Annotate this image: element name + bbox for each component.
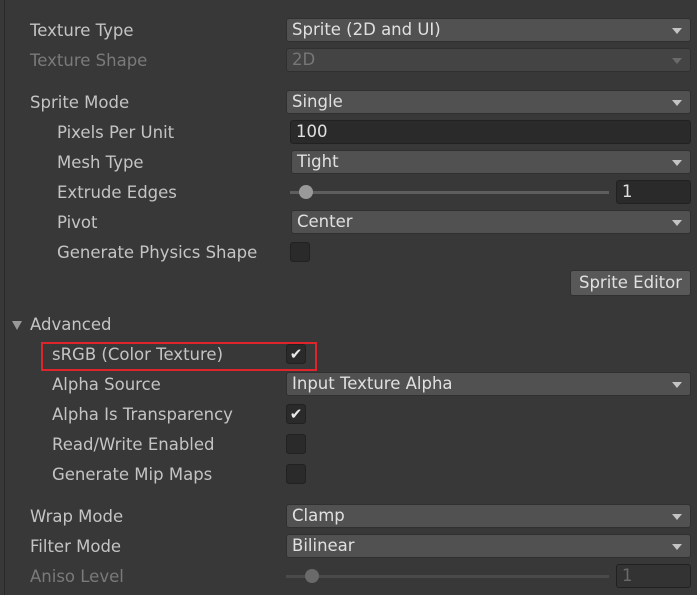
chevron-down-icon <box>672 514 682 520</box>
extrude-edges-slider-handle[interactable] <box>299 185 313 199</box>
pivot-label: Pivot <box>57 213 98 232</box>
alpha-transparency-row: Alpha Is Transparency ✔ <box>0 402 697 428</box>
mip-maps-row: Generate Mip Maps <box>0 462 697 488</box>
mesh-type-row: Mesh Type Tight <box>0 150 697 176</box>
pixels-per-unit-label: Pixels Per Unit <box>57 123 175 142</box>
alpha-source-label: Alpha Source <box>52 375 161 394</box>
pivot-dropdown[interactable]: Center <box>291 210 691 234</box>
texture-shape-value: 2D <box>292 50 316 69</box>
extrude-edges-slider[interactable] <box>290 191 609 194</box>
wrap-mode-dropdown[interactable]: Clamp <box>286 504 691 528</box>
mesh-type-label: Mesh Type <box>57 153 144 172</box>
read-write-checkbox[interactable] <box>286 434 306 454</box>
srgb-checkbox[interactable]: ✔ <box>286 344 306 364</box>
alpha-transparency-label: Alpha Is Transparency <box>52 405 233 424</box>
filter-mode-value: Bilinear <box>292 536 355 555</box>
aniso-level-input: 1 <box>616 564 691 588</box>
filter-mode-label: Filter Mode <box>30 537 122 556</box>
texture-shape-label: Texture Shape <box>30 51 148 70</box>
alpha-source-row: Alpha Source Input Texture Alpha <box>0 372 697 398</box>
alpha-source-value: Input Texture Alpha <box>292 374 453 393</box>
mip-maps-label: Generate Mip Maps <box>52 465 213 484</box>
chevron-down-icon <box>672 382 682 388</box>
mesh-type-dropdown[interactable]: Tight <box>291 150 691 174</box>
chevron-down-icon <box>672 544 682 550</box>
sprite-mode-row: Sprite Mode Single <box>0 90 697 116</box>
aniso-level-slider <box>286 575 609 578</box>
mesh-type-value: Tight <box>297 152 339 171</box>
pixels-per-unit-input[interactable]: 100 <box>290 120 691 144</box>
extrude-edges-input[interactable]: 1 <box>616 180 691 204</box>
texture-type-value: Sprite (2D and UI) <box>292 20 441 39</box>
sprite-editor-button[interactable]: Sprite Editor <box>569 270 691 296</box>
filter-mode-dropdown[interactable]: Bilinear <box>286 534 691 558</box>
aniso-level-label: Aniso Level <box>30 567 124 586</box>
texture-shape-row: Texture Shape 2D <box>0 48 697 74</box>
srgb-row: sRGB (Color Texture) ✔ <box>0 342 697 368</box>
aniso-level-slider-handle <box>305 569 319 583</box>
srgb-label: sRGB (Color Texture) <box>52 345 224 364</box>
filter-mode-row: Filter Mode Bilinear <box>0 534 697 560</box>
advanced-foldout[interactable]: Advanced <box>0 312 697 338</box>
foldout-triangle-icon[interactable] <box>12 321 22 330</box>
chevron-down-icon <box>672 160 682 166</box>
texture-type-label: Texture Type <box>30 21 134 40</box>
sprite-mode-dropdown[interactable]: Single <box>286 90 691 114</box>
extrude-edges-row: Extrude Edges 1 <box>0 180 697 206</box>
read-write-row: Read/Write Enabled <box>0 432 697 458</box>
texture-type-row: Texture Type Sprite (2D and UI) <box>0 18 697 44</box>
physics-shape-checkbox[interactable] <box>290 242 310 262</box>
extrude-edges-label: Extrude Edges <box>57 183 177 202</box>
physics-shape-label: Generate Physics Shape <box>57 243 258 262</box>
wrap-mode-label: Wrap Mode <box>30 507 124 526</box>
checkmark-icon: ✔ <box>289 345 303 363</box>
chevron-down-icon <box>672 100 682 106</box>
pivot-row: Pivot Center <box>0 210 697 236</box>
pixels-per-unit-row: Pixels Per Unit 100 <box>0 120 697 146</box>
chevron-down-icon <box>672 220 682 226</box>
advanced-label: Advanced <box>30 315 112 334</box>
texture-shape-dropdown: 2D <box>286 48 691 72</box>
alpha-source-dropdown[interactable]: Input Texture Alpha <box>286 372 691 396</box>
sprite-mode-value: Single <box>292 92 343 111</box>
wrap-mode-row: Wrap Mode Clamp <box>0 504 697 530</box>
checkmark-icon: ✔ <box>289 405 303 423</box>
sprite-mode-label: Sprite Mode <box>30 93 130 112</box>
wrap-mode-value: Clamp <box>292 506 345 525</box>
sprite-editor-row: Sprite Editor <box>0 270 697 296</box>
chevron-down-icon <box>672 58 682 64</box>
read-write-label: Read/Write Enabled <box>52 435 215 454</box>
pivot-value: Center <box>297 212 353 231</box>
chevron-down-icon <box>672 28 682 34</box>
aniso-level-row: Aniso Level 1 <box>0 564 697 590</box>
physics-shape-row: Generate Physics Shape <box>0 240 697 266</box>
texture-type-dropdown[interactable]: Sprite (2D and UI) <box>286 18 691 42</box>
alpha-transparency-checkbox[interactable]: ✔ <box>286 404 306 424</box>
mip-maps-checkbox[interactable] <box>286 464 306 484</box>
